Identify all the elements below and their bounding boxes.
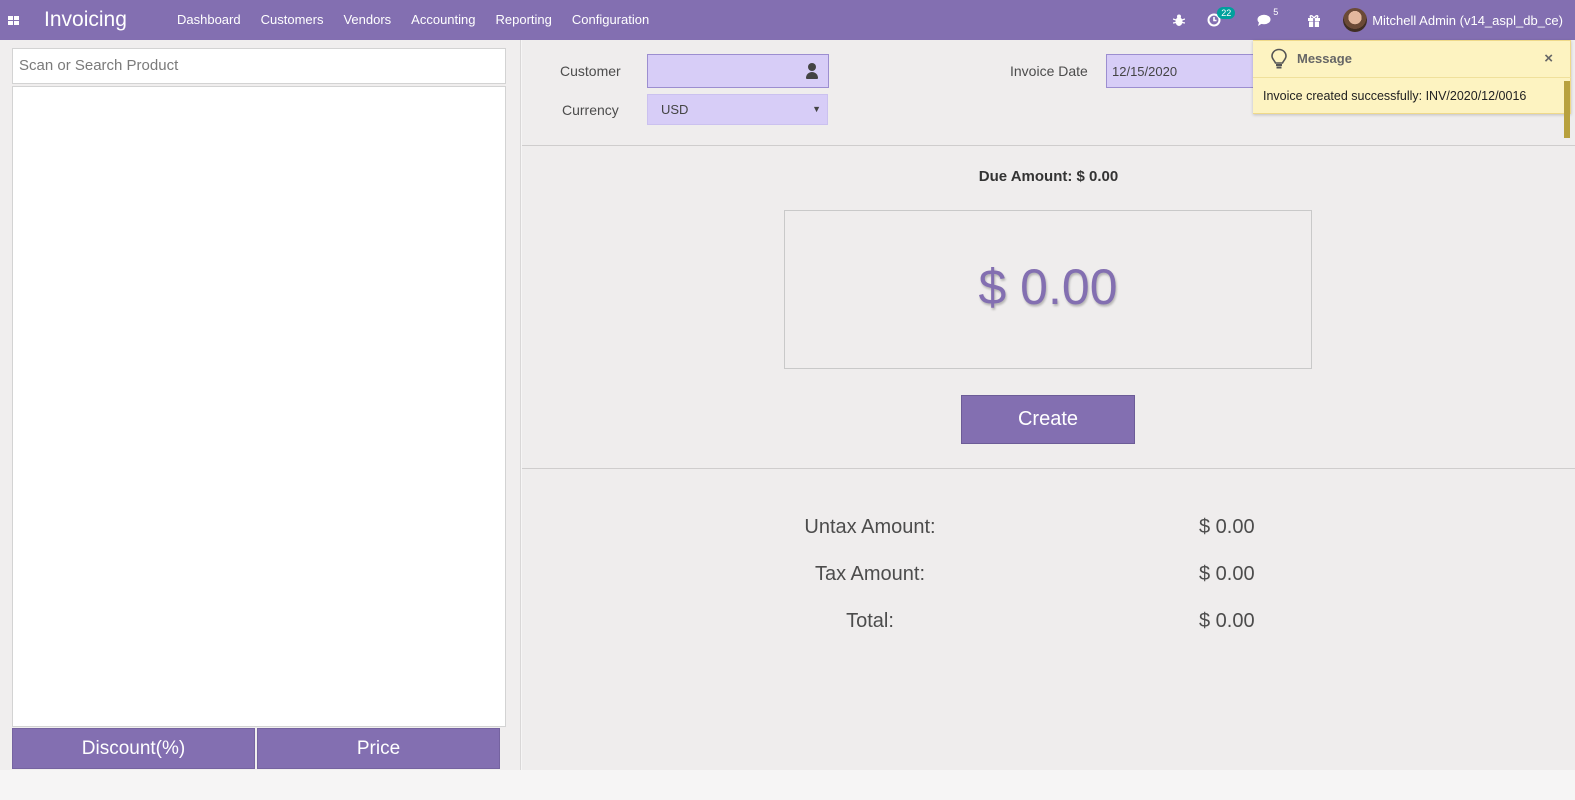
tax-amount-value: $ 0.00 <box>1199 563 1255 585</box>
due-amount: Due Amount: $ 0.00 <box>978 168 1119 185</box>
user-avatar[interactable] <box>1343 8 1368 32</box>
main-menu: Dashboard Customers Vendors Accounting R… <box>167 0 659 40</box>
activity-clock-icon[interactable]: 22 <box>1207 7 1236 27</box>
customer-label: Customer <box>560 63 621 79</box>
caret-down-icon: ▼ <box>812 104 821 114</box>
toast-scrollbar <box>1564 81 1570 138</box>
currency-value: USD <box>661 102 689 117</box>
close-icon[interactable]: × <box>1544 50 1553 67</box>
menu-customers[interactable]: Customers <box>251 0 334 40</box>
user-icon[interactable] <box>806 63 818 79</box>
apps-grid-icon[interactable] <box>0 0 24 40</box>
invoice-date-field[interactable]: 12/15/2020 <box>1106 54 1256 88</box>
currency-select[interactable]: USD ▼ <box>647 94 828 125</box>
chat-icon[interactable]: 5 <box>1257 7 1278 27</box>
menu-reporting[interactable]: Reporting <box>486 0 562 40</box>
menu-vendors[interactable]: Vendors <box>333 0 401 40</box>
app-title[interactable]: Invoicing <box>44 8 167 32</box>
customer-field[interactable] <box>647 54 829 88</box>
menu-accounting[interactable]: Accounting <box>401 0 485 40</box>
toast-header: Message × <box>1253 41 1571 78</box>
tax-amount-label: Tax Amount: <box>814 563 926 585</box>
messages-badge: 5 <box>1273 6 1279 17</box>
product-search-input[interactable]: Scan or Search Product <box>12 48 506 84</box>
menu-configuration[interactable]: Configuration <box>562 0 659 40</box>
activity-badge: 22 <box>1217 7 1236 19</box>
notification-toast: Message × Invoice created successfully: … <box>1253 40 1571 138</box>
total-value: $ 0.00 <box>1199 610 1255 632</box>
bug-icon[interactable] <box>1173 14 1186 27</box>
menu-dashboard[interactable]: Dashboard <box>167 0 251 40</box>
invoice-panel: Customer Currency USD ▼ Invoice Date 12/… <box>522 40 1575 770</box>
invoice-date-label: Invoice Date <box>1010 63 1088 79</box>
untax-amount-label: Untax Amount: <box>804 516 936 538</box>
user-menu[interactable]: Mitchell Admin (v14_aspl_db_ce) <box>1372 13 1563 28</box>
top-navbar: Invoicing Dashboard Customers Vendors Ac… <box>0 0 1575 40</box>
create-button[interactable]: Create <box>961 395 1135 444</box>
amount-display: $ 0.00 <box>784 210 1312 369</box>
untax-amount-value: $ 0.00 <box>1199 516 1255 538</box>
toast-title: Message <box>1297 51 1352 66</box>
systray: 22 5 Mitchell Admin (v14_aspl_db_ce) <box>1173 0 1575 40</box>
product-lines-list <box>12 86 506 727</box>
divider <box>522 468 1575 469</box>
currency-label: Currency <box>562 102 619 118</box>
gift-icon[interactable] <box>1307 14 1321 27</box>
toast-message: Invoice created successfully: INV/2020/1… <box>1263 89 1527 103</box>
price-button[interactable]: Price <box>257 728 500 769</box>
total-label: Total: <box>846 610 894 632</box>
divider <box>522 145 1575 146</box>
lightbulb-icon <box>1270 48 1288 70</box>
discount-button[interactable]: Discount(%) <box>12 728 255 769</box>
amount-big-value: $ 0.00 <box>978 258 1118 315</box>
product-panel: Scan or Search Product Discount(%) Price <box>0 40 521 770</box>
